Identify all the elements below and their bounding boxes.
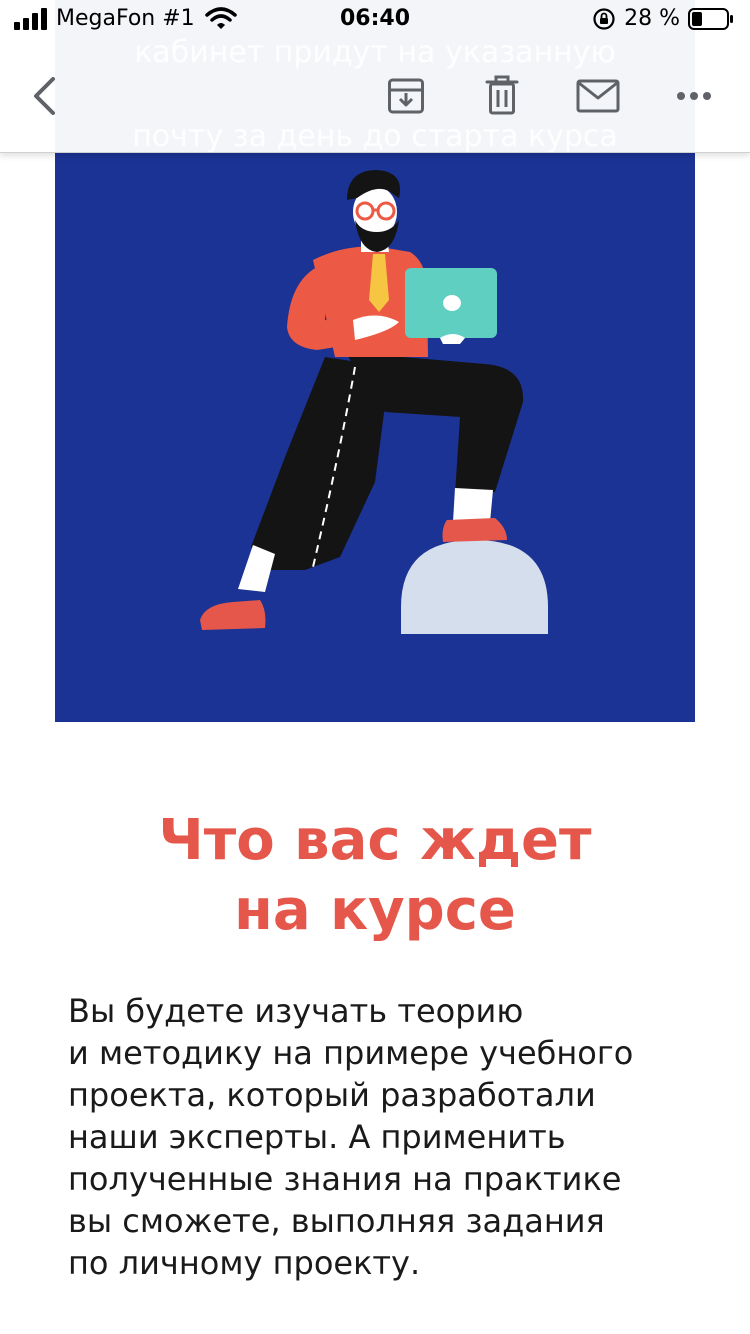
hero-illustration: [55, 152, 695, 722]
back-chevron-icon: [34, 77, 55, 115]
paragraph-line: вы сможете, выполняя задания: [68, 1202, 605, 1240]
battery-icon: [688, 7, 733, 30]
paragraph-line: Вы будете изучать теорию: [68, 992, 524, 1030]
paragraph-line: проекта, который разработали: [68, 1076, 596, 1114]
heading-line: Что вас ждет: [158, 808, 592, 873]
archive-button[interactable]: [384, 74, 428, 118]
paragraph-line: по личному проекту.: [68, 1244, 421, 1282]
paragraph-line: наши эксперты. А применить: [68, 1118, 566, 1156]
archive-icon: [388, 78, 424, 114]
mark-unread-button[interactable]: [574, 76, 622, 116]
paragraph-line: и методику на примере учебного: [68, 1034, 634, 1072]
course-description: Вы будете изучать теорию и методику на п…: [68, 990, 688, 1284]
back-button[interactable]: [22, 72, 66, 120]
battery-percent: 28 %: [624, 6, 680, 31]
more-icon: [677, 92, 711, 100]
mail-icon: [576, 79, 620, 113]
more-options-button[interactable]: [672, 80, 716, 112]
orientation-lock-icon: [593, 7, 615, 30]
paragraph-line: полученные знания на практике: [68, 1160, 622, 1198]
delete-button[interactable]: [480, 72, 524, 118]
trash-icon: [485, 75, 519, 115]
heading-line: на курсе: [234, 878, 516, 943]
person-with-laptop-illustration: [200, 170, 548, 634]
scrolled-text-line: почту за день до старта курса: [132, 119, 618, 153]
status-bar: MegaFon #1 06:40 28 %: [0, 0, 750, 40]
section-heading: Что вас ждет на курсе: [55, 806, 695, 946]
